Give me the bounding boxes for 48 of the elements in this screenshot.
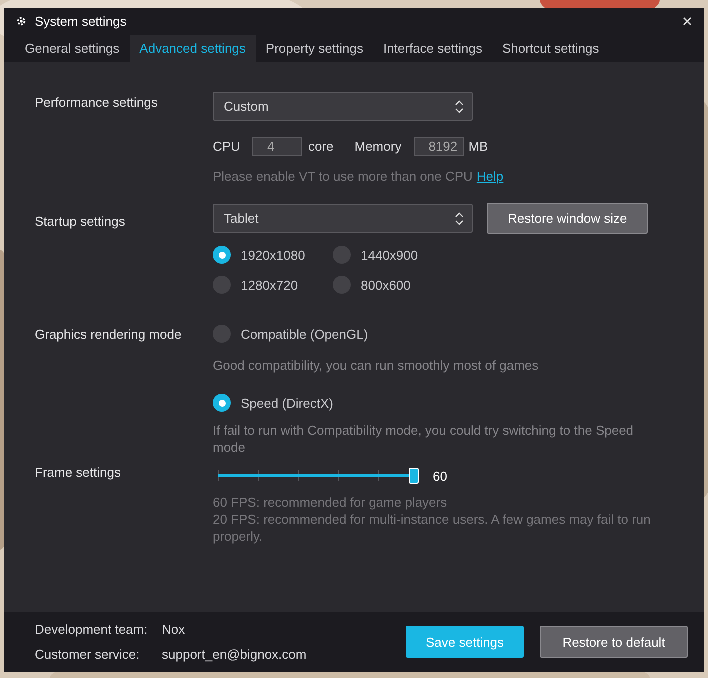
restore-window-button[interactable]: Restore window size [487,203,648,234]
radio-button[interactable] [213,325,231,343]
radio-label: Speed (DirectX) [241,396,334,410]
tab[interactable]: Property settings [256,35,374,62]
radio-label: 1440x900 [361,248,418,262]
setting-label: Startup settings [35,214,126,229]
radio-button[interactable] [333,246,351,264]
fps-note: 20 FPS: recommended for multi-instance users. A few games may fail to run properly. [213,511,652,545]
restore-default-button[interactable]: Restore to default [540,626,688,658]
input-field[interactable]: 4 [252,137,302,156]
tab[interactable]: Shortcut settings [492,35,610,62]
close-icon[interactable] [683,17,692,26]
radio-label: 800x600 [361,278,411,292]
fps-note: 60 FPS: recommended for game players [213,494,448,511]
radio-button[interactable] [213,276,231,294]
field-label: CPU [213,139,240,154]
radio-label: Compatible (OpenGL) [241,326,368,342]
slider-thumb[interactable] [409,468,419,484]
radio-button[interactable] [213,394,231,412]
hint-text: Please enable VT to use more than one CPU [213,169,473,184]
info-label: Development team: [35,622,149,637]
setting-label: Frame settings [35,465,121,480]
dropdown[interactable]: Custom [213,92,473,121]
slider-value: 60 [433,468,448,484]
unit-label: core [308,139,334,154]
setting-label: Performance settings [35,95,158,110]
info-value: Nox [162,622,186,637]
tab[interactable]: General settings [15,35,130,62]
input-field[interactable]: 8192 [414,137,464,156]
info-value: support_en@bignox.com [162,647,308,662]
spinner-icon [455,100,464,114]
option-description: Good compatibility, you can run smoothly most of games [213,357,540,374]
radio-button[interactable] [333,276,351,294]
help-link[interactable]: Help [476,169,504,184]
dropdown[interactable]: Tablet [213,204,473,233]
tab[interactable]: Advanced settings [130,35,256,62]
unit-label: MB [468,139,488,154]
radio-button[interactable] [213,246,231,264]
setting-label: Graphics rendering mode [35,327,182,342]
spinner-icon [455,212,464,226]
settings-icon [16,16,27,27]
info-label: Customer service: [35,647,141,662]
radio-label: 1920x1080 [241,248,306,262]
field-label: Memory [354,139,402,154]
tab[interactable]: Interface settings [373,35,492,62]
radio-label: 1280x720 [241,278,298,292]
option-description: If fail to run with Compatibility mode, you could try switching to the Speed mode [213,422,635,456]
window-title: System settings [35,14,128,29]
